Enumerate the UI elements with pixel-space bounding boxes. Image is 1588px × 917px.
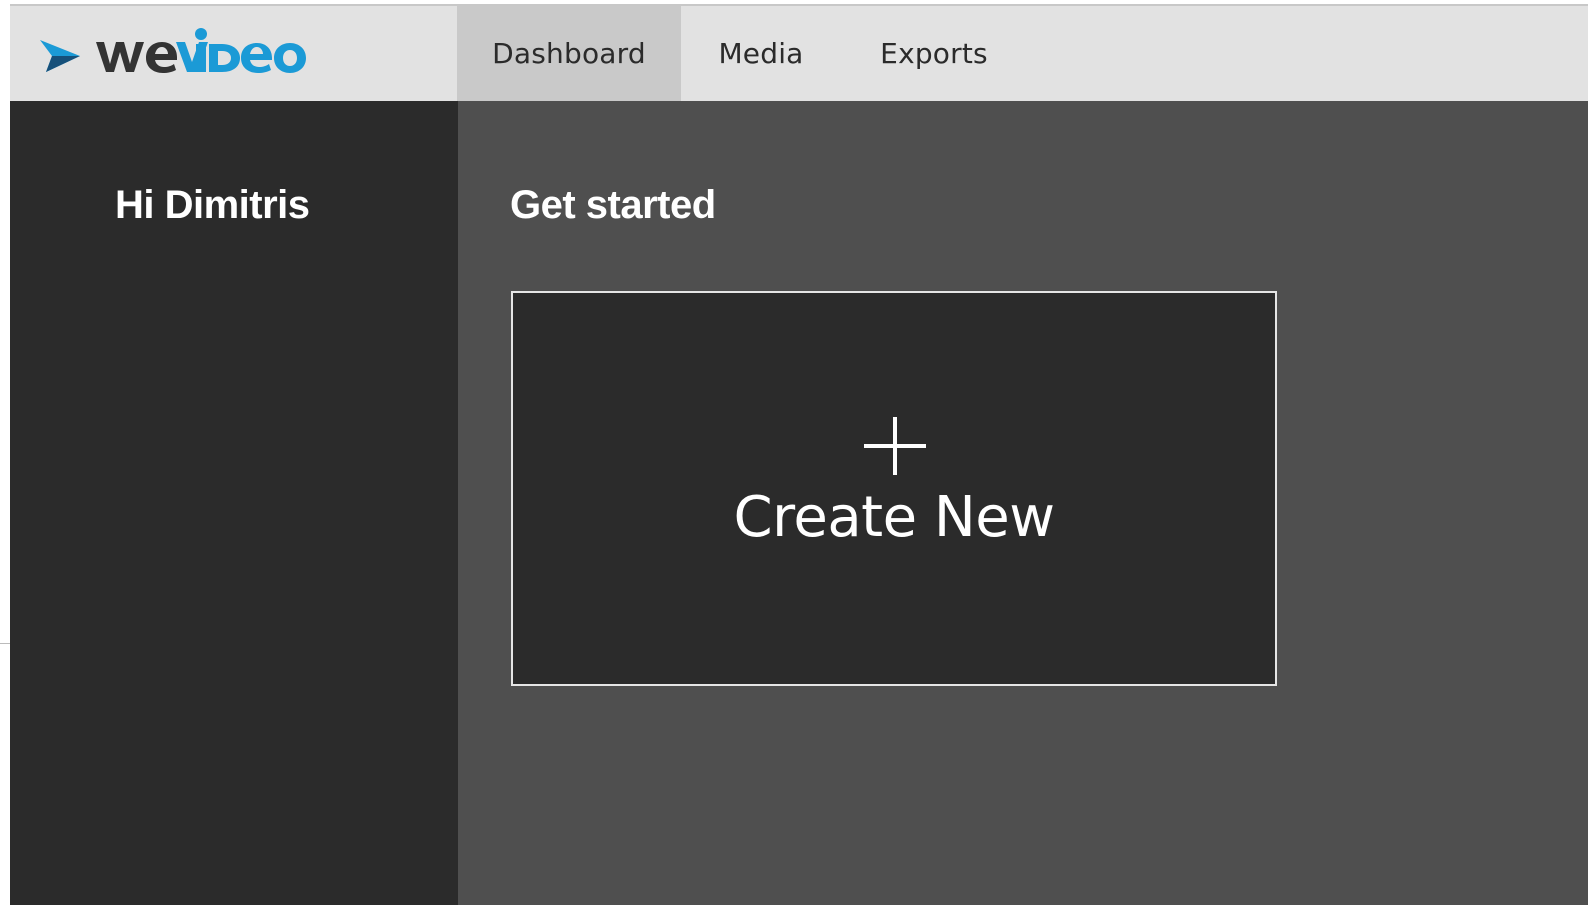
window-edge-tick [0,643,10,644]
tab-dashboard[interactable]: Dashboard [457,6,681,101]
user-greeting: Hi Dimitris [115,183,310,227]
wevideo-logo[interactable] [38,26,308,84]
section-title-get-started: Get started [510,183,716,227]
wevideo-logo-icon [40,28,306,73]
tab-exports[interactable]: Exports [862,6,1006,101]
plus-icon [864,417,926,475]
tab-exports-label: Exports [880,37,988,70]
tab-media[interactable]: Media [695,6,827,101]
wevideo-app: Dashboard Media Exports Hi Dimitris Get … [10,4,1588,905]
tab-media-label: Media [718,37,804,70]
top-navigation-bar: Dashboard Media Exports [10,4,1588,101]
main-content: Get started Create New [458,101,1588,905]
tab-dashboard-label: Dashboard [492,37,646,70]
create-new-button[interactable]: Create New [511,291,1277,686]
create-new-label: Create New [733,485,1055,550]
sidebar: Hi Dimitris [10,101,458,905]
